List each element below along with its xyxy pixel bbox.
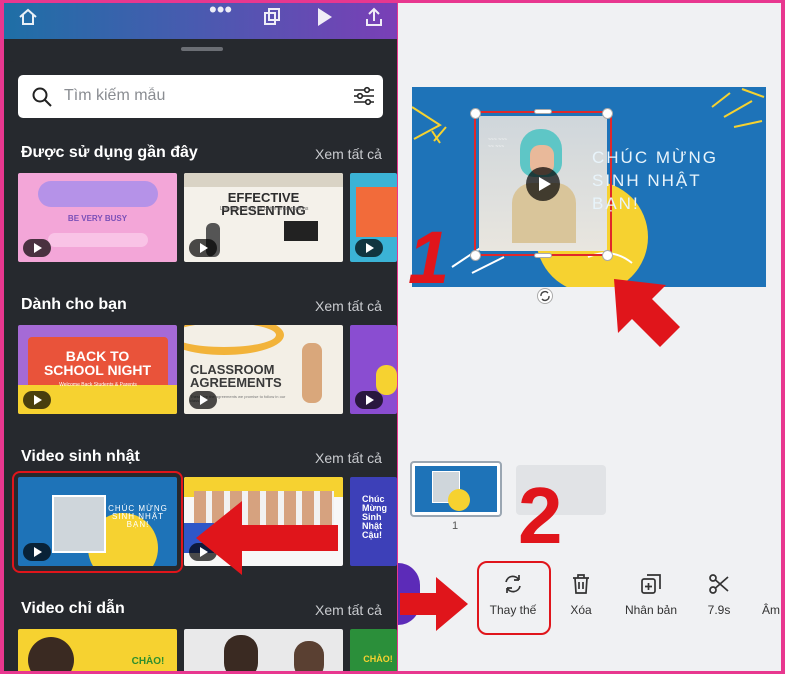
filter-icon[interactable] — [353, 86, 375, 106]
highlight-box — [12, 471, 183, 573]
resize-handle[interactable] — [470, 250, 481, 261]
page-thumbnail-selected[interactable] — [410, 461, 502, 517]
section-title-tutorial: Video chỉ dẫn — [21, 600, 125, 617]
right-arrow-annotation — [400, 577, 468, 631]
thumb-subtitle: Use these steps for better presentations — [219, 206, 309, 212]
play-badge-icon — [355, 239, 383, 257]
rotate-icon[interactable] — [537, 288, 553, 304]
template-thumb[interactable] — [350, 173, 397, 262]
template-thumb[interactable]: Chúc Mừng Sinh Nhật Cậu! — [350, 477, 397, 566]
trash-icon — [573, 574, 589, 594]
section-title-for-you: Dành cho bạn — [21, 296, 127, 313]
see-all-recent-link[interactable]: Xem tất cả — [315, 146, 382, 162]
thumb-subtitle: Welcome Back Students & Parents — [59, 382, 137, 388]
delete-button[interactable]: Xóa — [546, 573, 616, 617]
template-thumb[interactable]: CHÀO! — [18, 629, 177, 671]
see-all-birthday-link[interactable]: Xem tất cả — [315, 450, 382, 466]
template-panel: ••• Được sử dụng gần đây Xem tất cả BE V… — [4, 3, 397, 671]
editor-panel: ~~~ ~~~ ~~ ~~~ CHÚC MỪNG SINH NHẬT BẠN! 1… — [398, 3, 781, 671]
template-thumb[interactable] — [350, 325, 397, 414]
resize-handle[interactable] — [602, 250, 613, 261]
thumb-text: BE VERY BUSY — [67, 214, 128, 223]
replace-label: Thay thế — [489, 603, 537, 617]
template-thumb[interactable]: BE VERY BUSY — [18, 173, 177, 262]
section-title-birthday: Video sinh nhật — [21, 448, 140, 465]
design-canvas[interactable]: ~~~ ~~~ ~~ ~~~ CHÚC MỪNG SINH NHẬT BẠN! — [412, 87, 766, 287]
delete-label: Xóa — [570, 603, 592, 617]
audio-button[interactable]: Âm — [742, 573, 781, 617]
play-badge-icon — [23, 239, 51, 257]
resize-handle[interactable] — [470, 108, 481, 119]
up-left-arrow-annotation — [614, 279, 680, 347]
drag-handle[interactable] — [181, 47, 223, 51]
duplicate-icon — [641, 574, 661, 594]
greeting-text: CHÚC MỪNG SINH NHẬT BẠN! — [592, 148, 719, 213]
thumb-title: CLASSROOM AGREEMENTS — [190, 362, 282, 390]
resize-handle[interactable] — [534, 253, 552, 258]
audio-label: Âm — [762, 603, 780, 617]
template-thumb[interactable] — [184, 629, 343, 671]
editor-top-bar: ••• — [4, 3, 397, 39]
layers-icon[interactable] — [262, 7, 282, 27]
play-badge-icon — [189, 391, 217, 409]
template-thumb[interactable]: BACK TO SCHOOL NIGHT Welcome Back Studen… — [18, 325, 177, 414]
search-icon — [32, 87, 52, 107]
search-bar — [18, 75, 383, 118]
share-icon[interactable] — [364, 7, 384, 27]
section-title-recent: Được sử dụng gần đây — [21, 144, 198, 161]
step-number-1: 1 — [408, 216, 450, 299]
search-input[interactable] — [64, 85, 334, 107]
template-thumb[interactable]: CHÀO! — [350, 629, 397, 671]
thumb-title: EFFECTIVE PRESENTING — [221, 190, 306, 218]
scissors-icon — [709, 574, 729, 594]
handwritten-note: ~~~ ~~~ ~~ ~~~ — [488, 137, 507, 150]
duplicate-label: Nhân bản — [624, 603, 678, 617]
play-badge-icon — [23, 391, 51, 409]
page-number: 1 — [452, 520, 459, 532]
step-number-2: 2 — [518, 471, 563, 560]
duplicate-button[interactable]: Nhân bản — [616, 573, 686, 617]
trim-label: 7.9s — [707, 603, 731, 617]
thumb-title: BACK TO SCHOOL NIGHT — [43, 348, 152, 378]
play-badge-icon — [355, 391, 383, 409]
play-badge-icon — [189, 239, 217, 257]
left-arrow-annotation — [196, 501, 338, 575]
more-icon[interactable]: ••• — [209, 3, 232, 21]
thumb-title: CHÀO! — [363, 654, 393, 664]
play-icon — [539, 177, 551, 191]
resize-handle[interactable] — [602, 108, 613, 119]
resize-handle[interactable] — [534, 109, 552, 114]
play-preview-icon[interactable] — [316, 7, 334, 27]
home-icon[interactable] — [18, 7, 38, 27]
replace-button[interactable]: Thay thế — [478, 573, 548, 617]
template-thumb[interactable]: EFFECTIVE PRESENTING Use these steps for… — [184, 173, 343, 262]
thumb-title: CHÀO! — [131, 656, 165, 667]
template-thumb[interactable]: CLASSROOM AGREEMENTS These are the agree… — [184, 325, 343, 414]
replace-icon — [505, 575, 521, 593]
thumb-title: Chúc Mừng Sinh Nhật Cậu! — [362, 494, 388, 540]
see-all-tutorial-link[interactable]: Xem tất cả — [315, 602, 382, 618]
see-all-for-you-link[interactable]: Xem tất cả — [315, 298, 382, 314]
